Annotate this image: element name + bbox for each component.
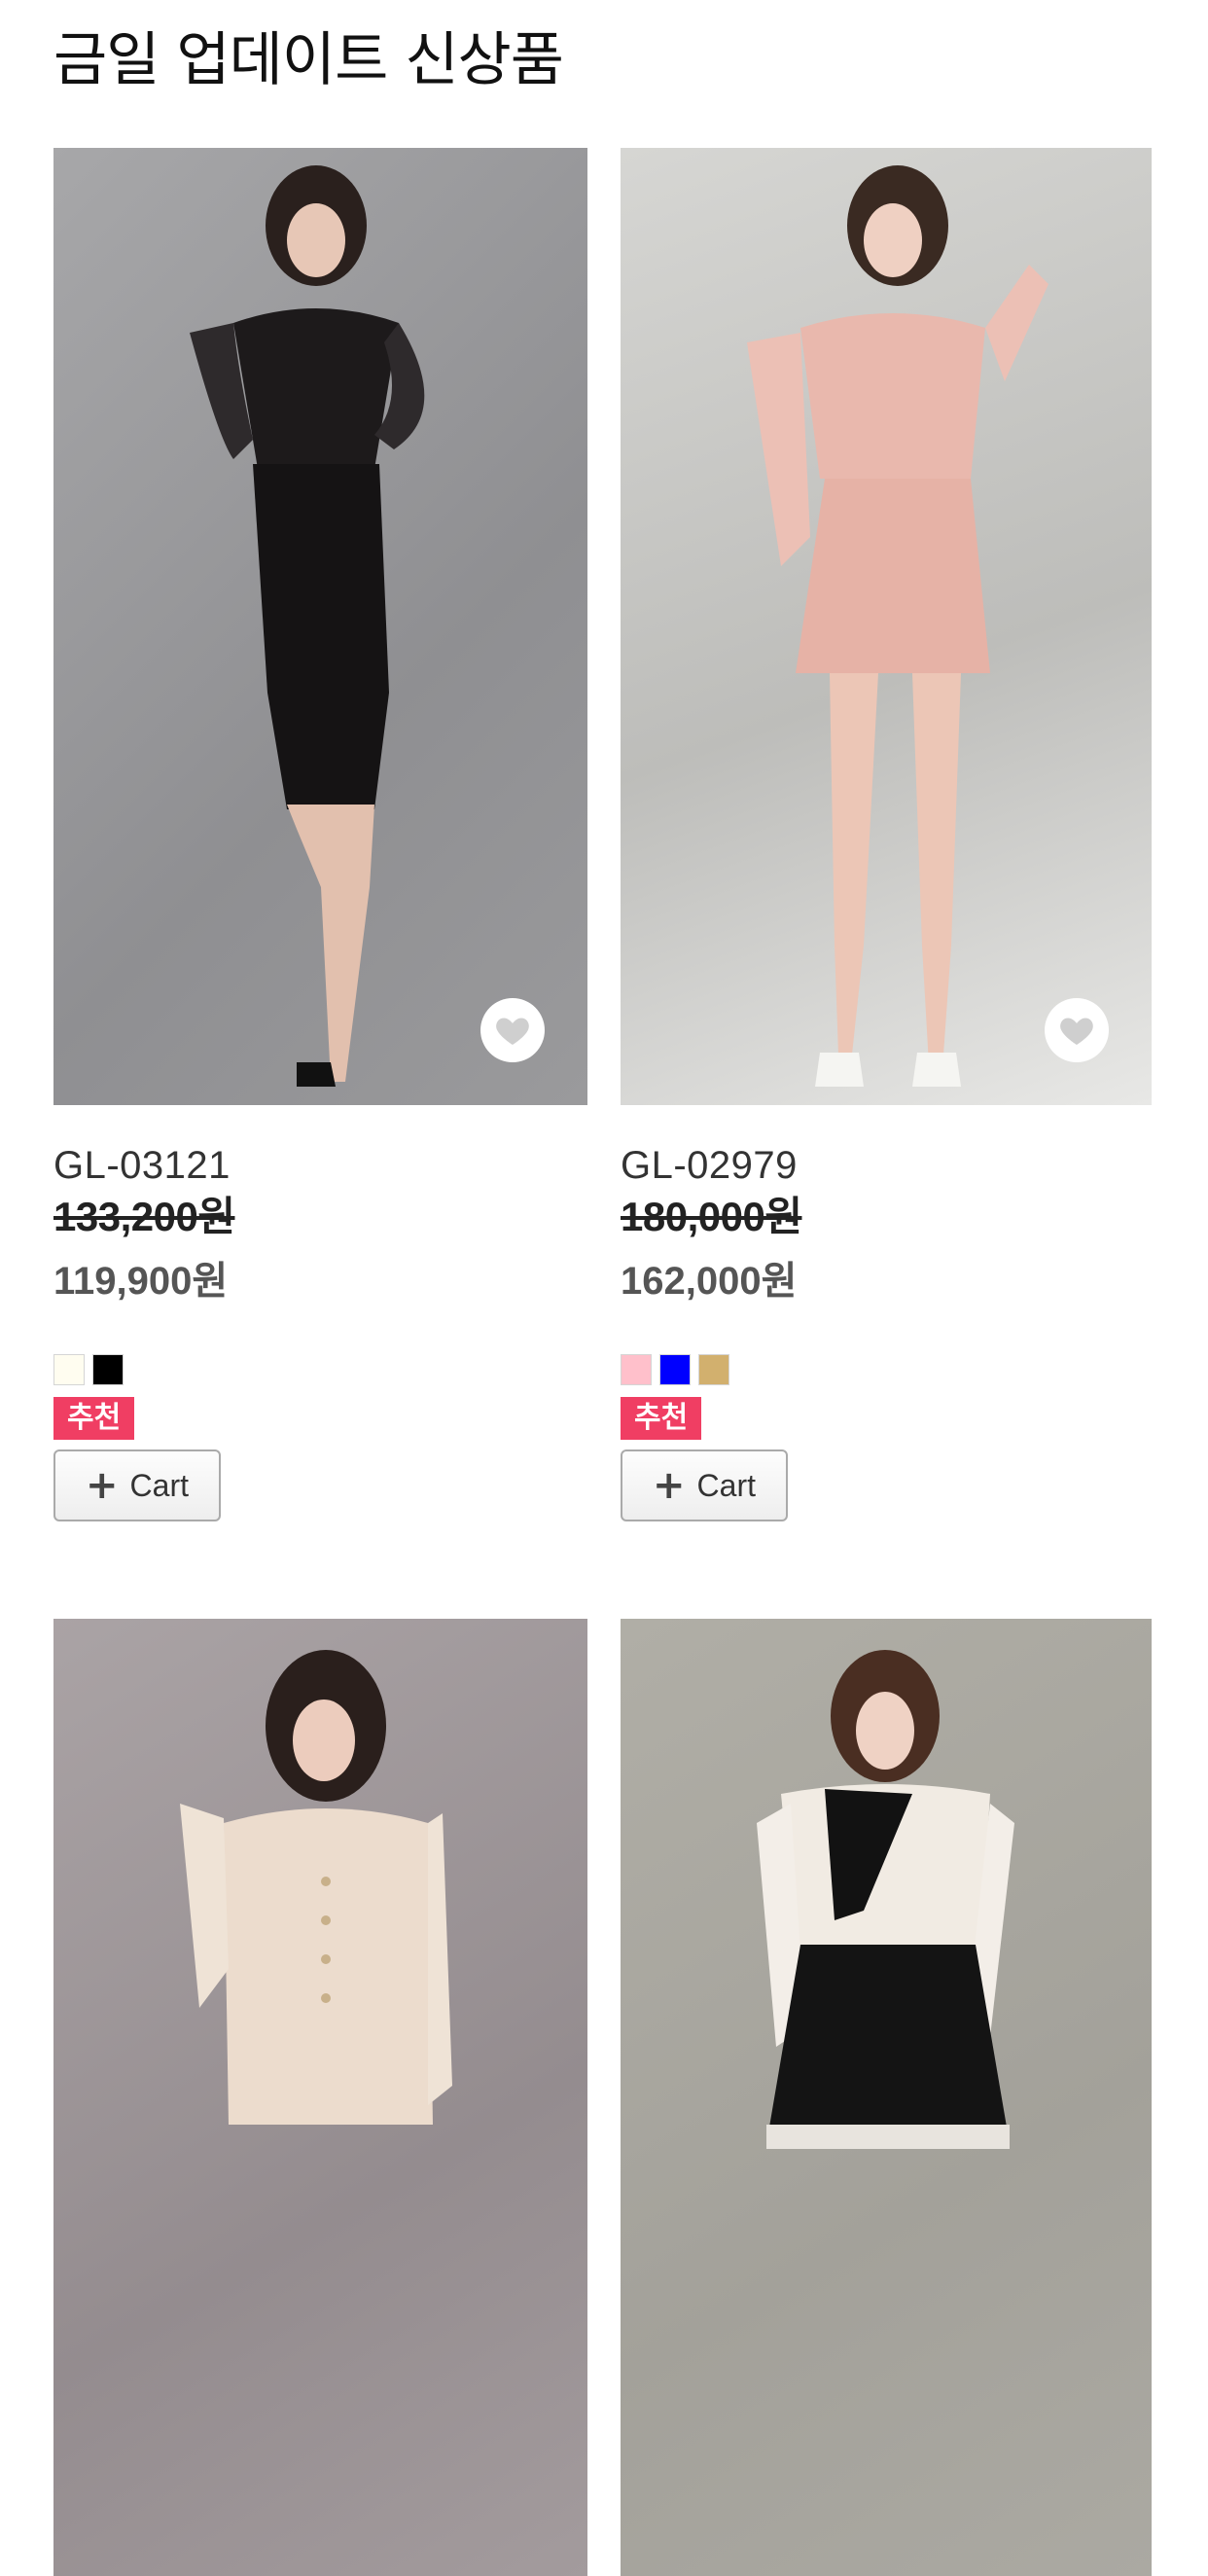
cart-label: Cart — [696, 1467, 756, 1503]
product-image[interactable] — [53, 148, 587, 1105]
wishlist-button[interactable] — [480, 998, 545, 1062]
product-code[interactable]: GL-03121 — [53, 1142, 587, 1189]
model-photo — [180, 1650, 452, 2125]
recommend-badge: 추천 — [621, 1397, 702, 1440]
wishlist-button[interactable] — [1045, 998, 1109, 1062]
sale-price: 162,000원 — [621, 1260, 798, 1303]
color-swatch — [53, 1354, 85, 1385]
color-swatch — [621, 1354, 652, 1385]
product-code[interactable]: GL-02979 — [621, 1142, 1152, 1189]
color-swatch — [92, 1354, 124, 1385]
color-swatches — [621, 1354, 1152, 1387]
model-photo — [190, 165, 425, 1087]
add-to-cart-button[interactable]: + Cart — [621, 1449, 788, 1521]
heart-icon — [496, 1018, 529, 1045]
product-card: GL-03121 133,200원 119,900원 추천 + Cart — [53, 148, 587, 1521]
product-card — [53, 1619, 587, 2576]
color-swatches — [53, 1354, 587, 1387]
original-price: 180,000원 — [621, 1194, 802, 1239]
model-photo — [747, 165, 1048, 1087]
color-swatch — [659, 1354, 691, 1385]
product-card — [621, 1619, 1152, 2576]
add-to-cart-button[interactable]: + Cart — [53, 1449, 221, 1521]
color-swatch — [698, 1354, 729, 1385]
cart-label: Cart — [129, 1467, 189, 1503]
product-card: GL-02979 180,000원 162,000원 추천 + Cart — [621, 148, 1152, 1521]
sale-price: 119,900원 — [53, 1260, 229, 1303]
product-image[interactable] — [621, 148, 1152, 1105]
recommend-badge: 추천 — [53, 1397, 135, 1440]
heart-icon — [1060, 1018, 1093, 1045]
product-info: GL-02979 180,000원 162,000원 추천 + Cart — [621, 1105, 1152, 1521]
plus-icon: + — [86, 1463, 119, 1508]
plus-icon: + — [653, 1463, 686, 1508]
product-image[interactable] — [621, 1619, 1152, 2576]
model-photo — [757, 1650, 1014, 2149]
product-image[interactable] — [53, 1619, 587, 2576]
product-info: GL-03121 133,200원 119,900원 추천 + Cart — [53, 1105, 587, 1521]
product-grid: GL-03121 133,200원 119,900원 추천 + Cart GL-… — [0, 0, 1208, 2576]
original-price: 133,200원 — [53, 1194, 235, 1239]
